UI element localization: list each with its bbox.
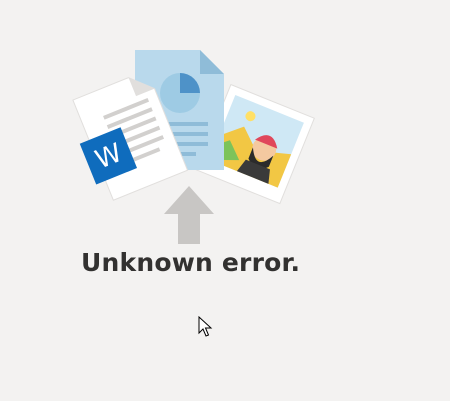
upload-error-page: W Unknown error. xyxy=(0,0,450,401)
error-title: Unknown error. xyxy=(81,248,301,277)
upload-illustration: W xyxy=(72,50,315,244)
mouse-pointer-icon xyxy=(198,316,213,337)
upload-arrow-icon xyxy=(164,186,214,244)
